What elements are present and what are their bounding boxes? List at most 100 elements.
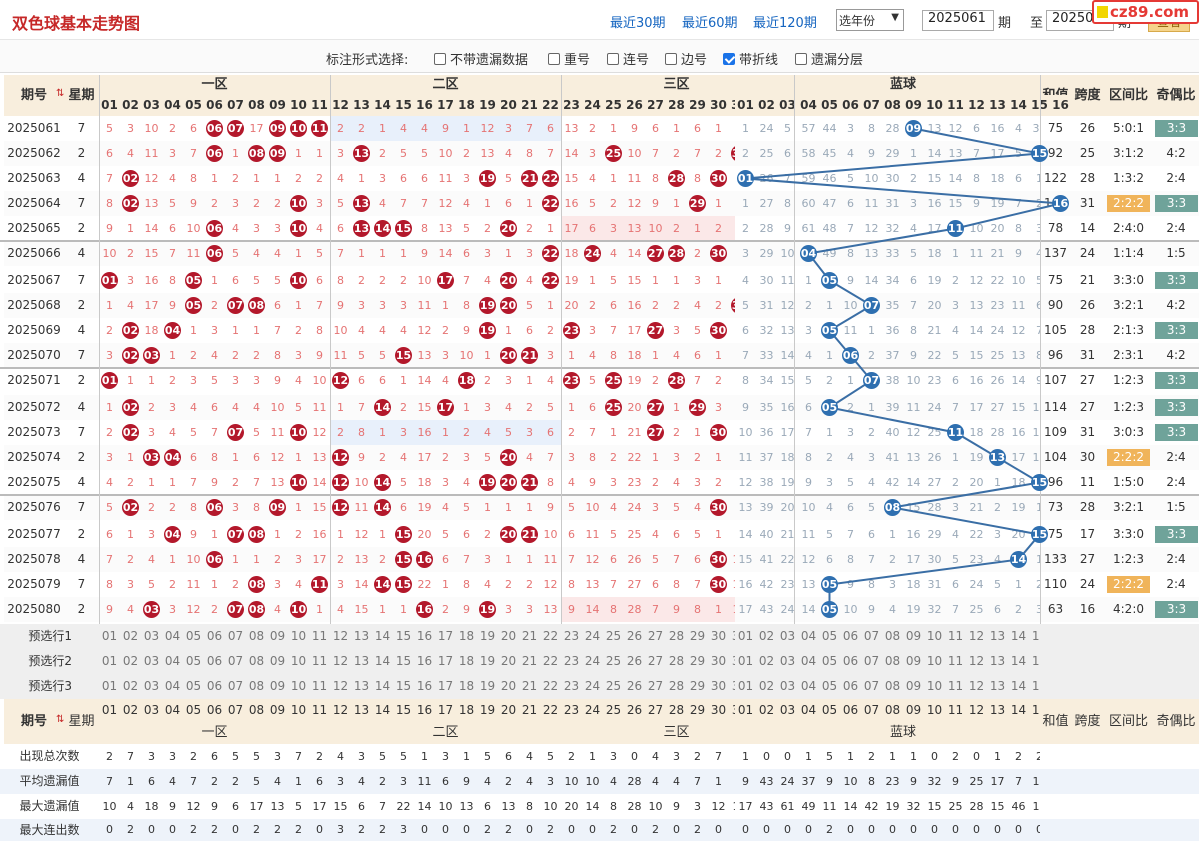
preselect-number: 09 (267, 624, 288, 649)
omission-cell: 3 (330, 141, 351, 166)
weekday-cell: 7 (64, 495, 99, 520)
omission-cell: 6 (393, 495, 414, 520)
omission-cell: 3 (498, 116, 519, 141)
omission-cell: 6 (903, 268, 924, 293)
omission-cell: 35 (882, 293, 903, 318)
omission-cell: 9 (666, 597, 687, 622)
omission-cell: 3 (603, 216, 624, 241)
red-ball: 09 (269, 145, 286, 162)
stat-value: 4 (666, 769, 687, 794)
ball-number-header: 09 (903, 699, 924, 721)
omission-cell: 11 (435, 166, 456, 191)
stat-value: 0 (708, 819, 729, 841)
blue-ball: 07 (863, 297, 880, 314)
omission-cell: 1 (225, 141, 246, 166)
omission-cell: 14 (414, 368, 435, 393)
omission-cell: 8 (687, 166, 708, 191)
omission-cell: 3 (99, 445, 120, 470)
red-ball: 22 (542, 245, 559, 262)
omission-cell: 11 (903, 395, 924, 420)
omission-cell: 18 (1008, 470, 1029, 495)
omission-cell: 2 (498, 572, 519, 597)
omission-cell: 12 (582, 547, 603, 572)
omission-cell: 9 (966, 191, 987, 216)
red-ball: 15 (395, 551, 412, 568)
sum-cell: 122 (1040, 166, 1071, 191)
preselect-number: 13 (351, 624, 372, 649)
red-ball: 07 (227, 526, 244, 543)
preselect-number: 02 (756, 649, 777, 674)
red-ball: 05 (185, 297, 202, 314)
oddeven-cell: 1:5 (1153, 495, 1199, 520)
omission-cell: 3 (435, 470, 456, 495)
preselect-number: 26 (624, 649, 645, 674)
preselect-label: 预选行2 (0, 649, 99, 674)
preselect-number: 11 (945, 649, 966, 674)
stat-value: 3 (141, 744, 162, 769)
omission-cell: 10 (309, 368, 330, 393)
preselect-number: 09 (903, 624, 924, 649)
weekday-cell: 2 (64, 293, 99, 318)
stat-value: 23 (882, 769, 903, 794)
omission-cell: 4 (141, 547, 162, 572)
stat-value: 2 (183, 744, 204, 769)
omission-cell: 25 (966, 597, 987, 622)
omission-cell: 18 (924, 241, 945, 266)
stat-value: 7 (120, 744, 141, 769)
stat-value: 0 (924, 744, 945, 769)
red-ball: 30 (710, 424, 727, 441)
omission-cell: 2 (735, 216, 756, 241)
weekday-header: 星期 (64, 75, 99, 116)
omission-cell: 4 (945, 522, 966, 547)
red-ball: 08 (248, 145, 265, 162)
red-ball: 01 (101, 372, 118, 389)
ratio-highlight: 2:2:2 (1107, 449, 1150, 466)
omission-cell: 11 (330, 343, 351, 368)
omission-cell: 4 (540, 368, 561, 393)
omission-cell: 26 (924, 445, 945, 470)
omission-cell: 5 (861, 495, 882, 520)
omission-cell: 6 (372, 368, 393, 393)
omission-cell: 1 (204, 522, 225, 547)
omission-cell: 8 (903, 318, 924, 343)
omission-cell: 18 (141, 318, 162, 343)
omission-cell: 39 (756, 495, 777, 520)
omission-cell: 2 (666, 141, 687, 166)
omission-cell: 27 (756, 191, 777, 216)
stat-value: 1 (840, 744, 861, 769)
stat-value: 15 (330, 794, 351, 819)
omission-cell: 7 (183, 141, 204, 166)
omission-cell: 10 (99, 241, 120, 266)
omission-cell: 5 (330, 191, 351, 216)
omission-cell: 1 (246, 166, 267, 191)
red-ball: 29 (689, 195, 706, 212)
preselect-number: 10 (924, 624, 945, 649)
preselect-number: 10 (288, 649, 309, 674)
red-ball: 06 (206, 120, 223, 137)
omission-cell: 2 (225, 343, 246, 368)
omission-cell: 6 (435, 547, 456, 572)
omission-cell: 2 (582, 116, 603, 141)
omission-cell: 6 (183, 445, 204, 470)
omission-cell: 4 (519, 445, 540, 470)
red-ball: 23 (563, 322, 580, 339)
omission-cell: 33 (756, 343, 777, 368)
red-ball: 29 (689, 399, 706, 416)
sum-cell: 75 (1040, 268, 1071, 293)
ball-number-header: 28 (666, 699, 687, 721)
preselect-number: 20 (498, 674, 519, 699)
oddeven-header-bottom: 奇偶比 (1153, 699, 1199, 744)
omission-cell: 1 (519, 368, 540, 393)
omission-cell: 5 (687, 318, 708, 343)
omission-cell: 48 (819, 216, 840, 241)
blue-ball: 15 (1031, 145, 1048, 162)
red-ball: 02 (122, 499, 139, 516)
preselect-number: 12 (966, 649, 987, 674)
ball-number-header: 22 (540, 95, 561, 116)
omission-cell: 13 (351, 547, 372, 572)
omission-cell: 2 (477, 522, 498, 547)
omission-cell: 2 (645, 368, 666, 393)
preselect-number: 11 (309, 624, 330, 649)
omission-cell: 11 (861, 191, 882, 216)
omission-cell: 15 (735, 547, 756, 572)
